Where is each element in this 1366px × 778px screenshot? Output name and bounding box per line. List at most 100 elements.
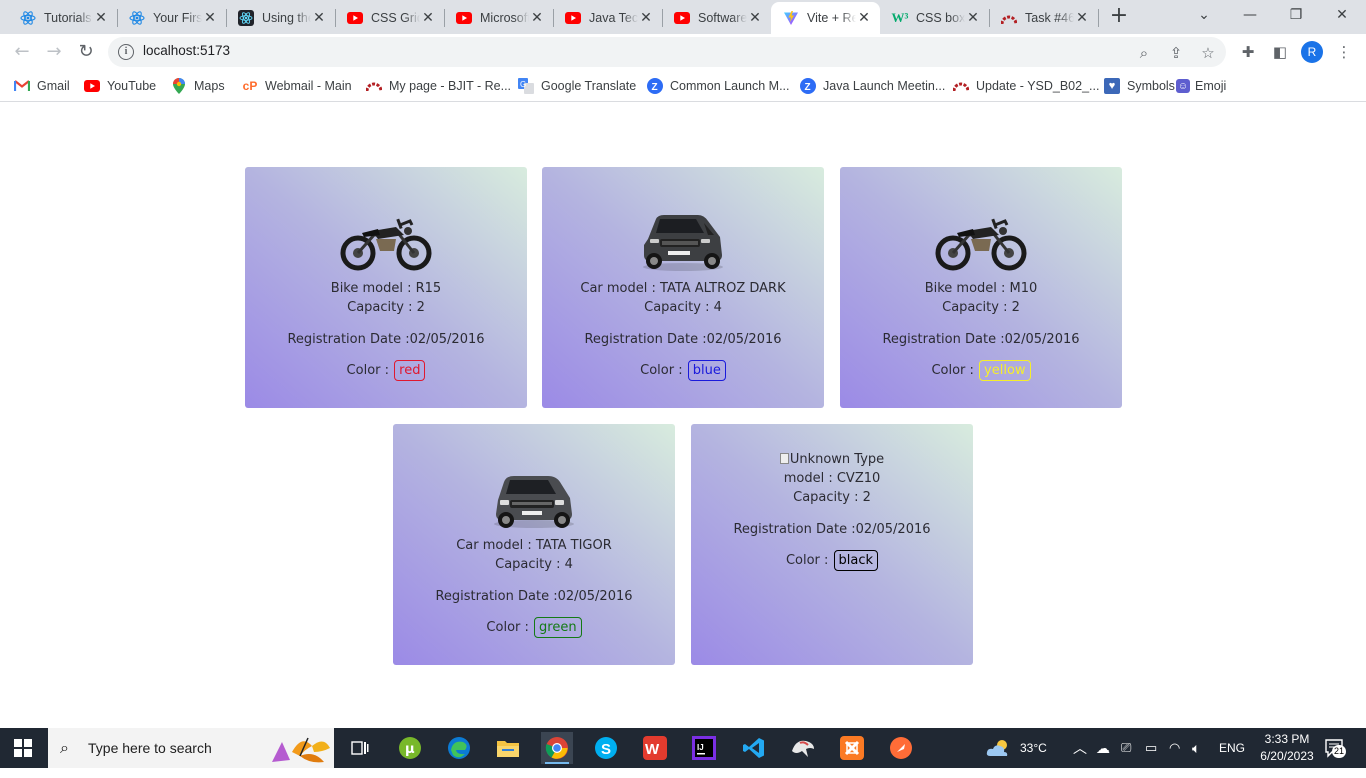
address-bar[interactable]: i localhost:5173 ⌕ ⇪ ☆ bbox=[108, 37, 1226, 67]
chrome-icon[interactable] bbox=[541, 732, 573, 764]
bookmark-my-page[interactable]: My page - BJIT - Re... bbox=[366, 77, 511, 95]
bookmark-webmail[interactable]: cP Webmail - Main bbox=[242, 77, 352, 95]
bookmark-maps[interactable]: Maps bbox=[171, 77, 225, 95]
close-icon[interactable]: ✕ bbox=[1074, 10, 1090, 26]
youtube-icon bbox=[347, 10, 363, 26]
extensions-icon[interactable]: ✚ bbox=[1238, 42, 1258, 62]
bookmark-label: YouTube bbox=[107, 79, 157, 93]
bookmarks-bar: Gmail YouTube Maps cP Webmail - Main My … bbox=[0, 70, 1366, 102]
close-window-button[interactable]: ✕ bbox=[1328, 4, 1356, 26]
bookmark-symbols[interactable]: ♥ Symbols bbox=[1104, 77, 1175, 95]
forward-button[interactable]: → bbox=[42, 40, 66, 64]
task-view-icon[interactable] bbox=[344, 732, 376, 764]
tab-title: Task #46 bbox=[1025, 11, 1074, 25]
car-image bbox=[542, 207, 824, 275]
redmine-icon bbox=[366, 78, 382, 94]
minimize-button[interactable]: — bbox=[1236, 4, 1264, 26]
react-icon bbox=[129, 10, 145, 26]
mysql-workbench-icon[interactable] bbox=[787, 732, 819, 764]
svg-text:W: W bbox=[645, 741, 660, 758]
tab-strip: Tutorials ✕ Your First ✕ Using the ✕ CSS… bbox=[0, 0, 1366, 34]
redmine-icon bbox=[1001, 10, 1017, 26]
tab-tutorials[interactable]: Tutorials ✕ bbox=[8, 2, 117, 34]
restore-button[interactable]: ❐ bbox=[1282, 4, 1310, 26]
bookmark-label: Emoji bbox=[1195, 79, 1227, 93]
close-icon[interactable]: ✕ bbox=[311, 10, 327, 26]
volume-icon[interactable]: 🔈︎ bbox=[1192, 728, 1200, 768]
tab-vite-react[interactable]: Vite + React ✕ bbox=[771, 2, 880, 34]
bookmark-youtube[interactable]: YouTube bbox=[84, 77, 156, 95]
tab-search-chevron-icon[interactable]: ⌄ bbox=[1190, 4, 1218, 26]
file-explorer-icon[interactable] bbox=[492, 732, 524, 764]
close-icon[interactable]: ✕ bbox=[856, 10, 872, 26]
close-icon[interactable]: ✕ bbox=[93, 10, 109, 26]
tab-css-box[interactable]: W³ CSS box ✕ bbox=[880, 2, 989, 34]
zoom-search-icon[interactable]: ⌕ bbox=[1134, 43, 1154, 63]
vehicle-capacity: Capacity : 4 bbox=[644, 300, 722, 315]
close-icon[interactable]: ✕ bbox=[202, 10, 218, 26]
svg-text:µ: µ bbox=[405, 742, 415, 757]
wifi-icon[interactable]: ◠ bbox=[1169, 728, 1180, 768]
weather-temperature[interactable]: 33°C bbox=[1020, 728, 1047, 768]
vehicle-model: Car model : TATA ALTROZ DARK bbox=[580, 281, 786, 296]
side-panel-icon[interactable]: ◧ bbox=[1270, 42, 1290, 62]
edge-icon[interactable] bbox=[443, 732, 475, 764]
vscode-icon[interactable] bbox=[738, 732, 770, 764]
show-hidden-icons-chevron-icon[interactable]: ︿ bbox=[1073, 728, 1087, 768]
svg-text:Z: Z bbox=[805, 82, 811, 93]
bookmark-star-icon[interactable]: ☆ bbox=[1198, 43, 1218, 63]
close-icon[interactable]: ✕ bbox=[529, 10, 545, 26]
close-icon[interactable]: ✕ bbox=[965, 10, 981, 26]
registration-date: Registration Date :02/05/2016 bbox=[882, 332, 1080, 347]
share-icon[interactable]: ⇪ bbox=[1166, 43, 1186, 63]
meet-now-icon[interactable]: ⎚ bbox=[1121, 728, 1131, 768]
reload-button[interactable]: ↻ bbox=[74, 40, 98, 64]
bookmark-label: Update - YSD_B02_... bbox=[976, 79, 1100, 93]
utorrent-icon[interactable]: µ bbox=[394, 732, 426, 764]
weather-icon[interactable] bbox=[986, 738, 1012, 778]
tab-microsoft[interactable]: Microsoft ✕ bbox=[444, 2, 553, 34]
xampp-icon[interactable] bbox=[836, 732, 868, 764]
wps-office-icon[interactable]: W bbox=[639, 732, 671, 764]
tab-java-tech[interactable]: Java Tech ✕ bbox=[553, 2, 662, 34]
vehicle-capacity: Capacity : 2 bbox=[347, 300, 425, 315]
search-icon: ⌕ bbox=[60, 738, 69, 757]
tab-your-first[interactable]: Your First ✕ bbox=[117, 2, 226, 34]
intellij-icon[interactable]: IJ bbox=[688, 732, 720, 764]
postman-icon[interactable] bbox=[885, 732, 917, 764]
address-text[interactable]: localhost:5173 bbox=[143, 43, 230, 58]
battery-icon[interactable]: ▭ bbox=[1145, 728, 1157, 768]
bookmark-java-launch[interactable]: Z Java Launch Meetin... bbox=[800, 77, 945, 95]
profile-avatar[interactable]: R bbox=[1301, 41, 1323, 63]
registration-date: Registration Date :02/05/2016 bbox=[287, 332, 485, 347]
notification-center-icon[interactable]: 21 bbox=[1324, 738, 1348, 760]
bookmark-label: Webmail - Main bbox=[265, 79, 352, 93]
info-icon[interactable]: i bbox=[118, 44, 134, 60]
tab-separator bbox=[1098, 9, 1099, 27]
system-clock[interactable]: 3:33 PM 6/20/2023 bbox=[1254, 731, 1320, 765]
bookmark-gmail[interactable]: Gmail bbox=[14, 77, 70, 95]
tab-task-46[interactable]: Task #46 ✕ bbox=[989, 2, 1098, 34]
bookmark-emoji[interactable]: ☺ Emoji bbox=[1176, 77, 1226, 95]
tab-title: CSS box bbox=[916, 11, 965, 25]
tab-software[interactable]: Software ✕ bbox=[662, 2, 771, 34]
close-icon[interactable]: ✕ bbox=[638, 10, 654, 26]
react-dark-icon bbox=[238, 10, 254, 26]
motorcycle-image bbox=[840, 207, 1122, 275]
bookmark-update-ysd[interactable]: Update - YSD_B02_... bbox=[953, 77, 1099, 95]
bookmark-common-launch[interactable]: Z Common Launch M... bbox=[647, 77, 790, 95]
menu-icon[interactable]: ⋮ bbox=[1334, 42, 1354, 62]
close-icon[interactable]: ✕ bbox=[747, 10, 763, 26]
tab-css-grid[interactable]: CSS Grid ✕ bbox=[335, 2, 444, 34]
skype-icon[interactable]: S bbox=[590, 732, 622, 764]
w3schools-icon: W³ bbox=[891, 10, 909, 25]
close-icon[interactable]: ✕ bbox=[420, 10, 436, 26]
new-tab-button[interactable]: + bbox=[1108, 5, 1130, 28]
back-button[interactable]: ← bbox=[10, 40, 34, 64]
windows-start-button[interactable] bbox=[14, 739, 32, 757]
onedrive-cloud-icon[interactable]: ☁ bbox=[1096, 728, 1110, 768]
language-indicator[interactable]: ENG bbox=[1219, 728, 1245, 768]
tab-using-the[interactable]: Using the ✕ bbox=[226, 2, 335, 34]
bookmark-google-translate[interactable]: G Google Translate bbox=[518, 77, 636, 95]
taskbar-search[interactable]: ⌕ Type here to search bbox=[48, 728, 334, 768]
